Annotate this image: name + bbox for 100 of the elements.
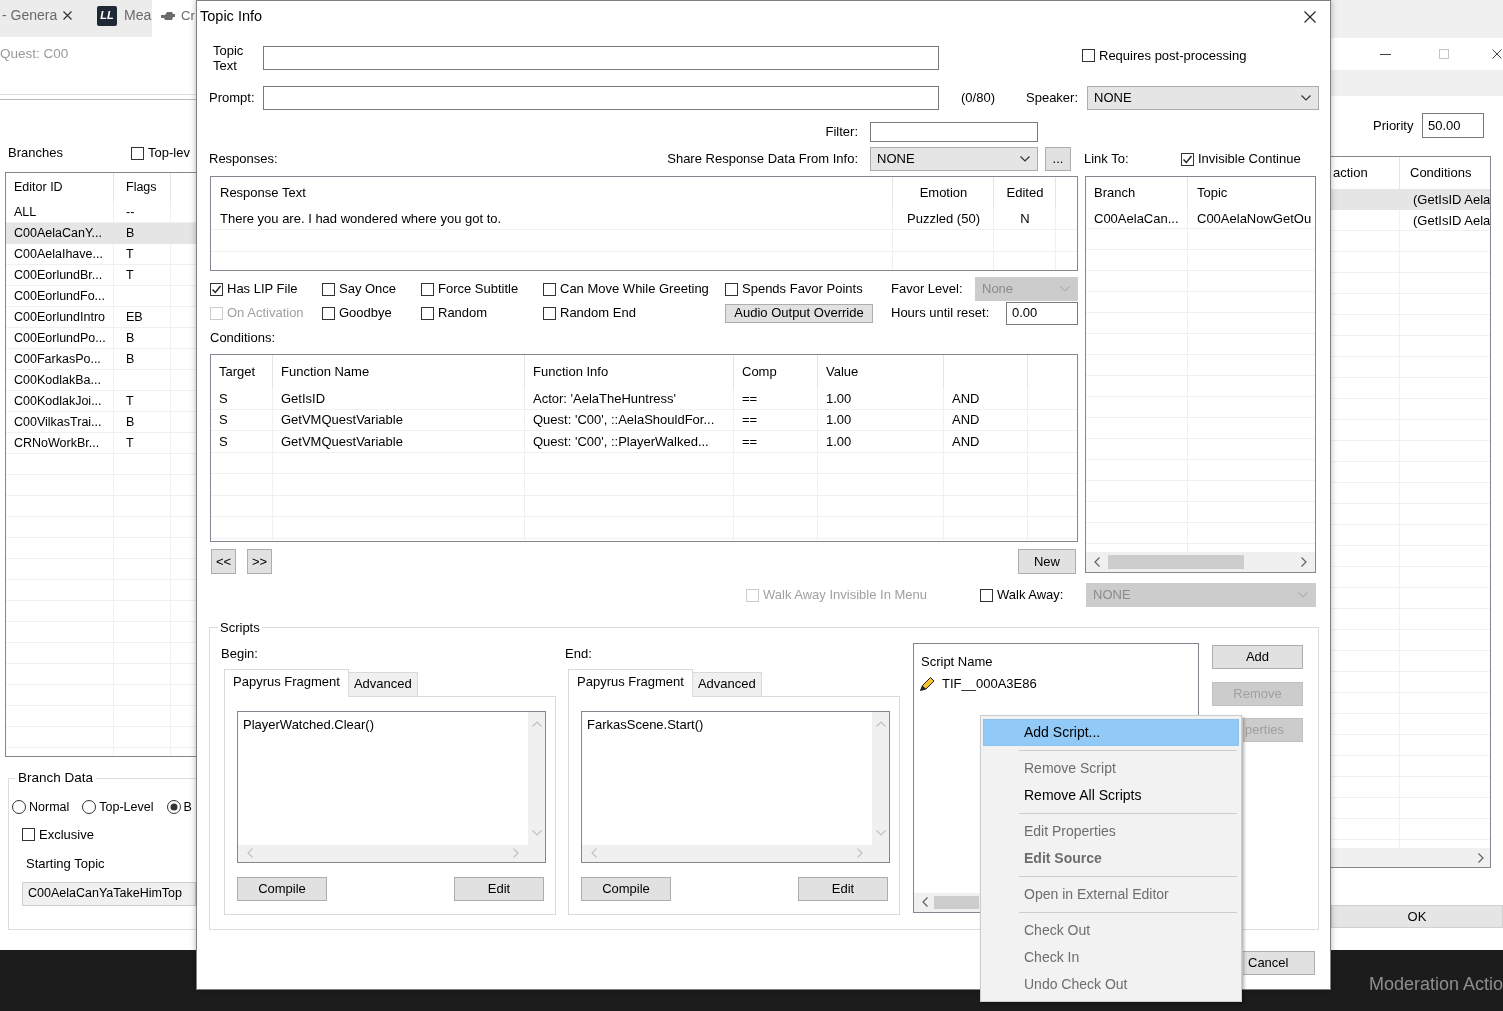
text-field[interactable]: 0.00 xyxy=(1006,301,1078,325)
menu-item[interactable]: Add Script... xyxy=(983,719,1239,746)
horizontal-scrollbar[interactable] xyxy=(914,892,980,912)
close-icon xyxy=(63,11,73,20)
audio-override-button[interactable]: Audio Output Override xyxy=(725,303,873,323)
chevron-down-icon xyxy=(1060,286,1070,292)
table-cell-text: There you are. I had wondered where you got to. xyxy=(219,210,503,229)
column-header[interactable]: Comp xyxy=(734,355,818,388)
script-button[interactable]: Add xyxy=(1212,644,1303,669)
table-row[interactable]: (GetIsID Aela xyxy=(1331,189,1490,210)
table-cell-text: B xyxy=(125,414,136,431)
text-field[interactable] xyxy=(263,85,939,110)
radio-button[interactable]: Normal xyxy=(12,799,70,815)
table-row[interactable]: C00EorlundFo... xyxy=(6,286,196,307)
checkbox[interactable]: Has LIP File xyxy=(210,281,298,297)
checkbox[interactable]: Goodbye xyxy=(322,305,392,321)
column-header[interactable]: Edited xyxy=(994,177,1056,208)
column-header[interactable]: Function Name xyxy=(273,355,525,388)
table-row[interactable]: ALL -- xyxy=(6,202,196,223)
checkbox[interactable]: Exclusive xyxy=(22,827,94,843)
checkbox[interactable]: Top-lev xyxy=(131,145,190,161)
table-cell-text: ALL xyxy=(13,204,38,221)
column-header[interactable]: Flags xyxy=(114,173,171,202)
edit-button[interactable]: Edit xyxy=(798,876,888,901)
column-header[interactable]: Emotion xyxy=(893,177,994,208)
vertical-scrollbar[interactable] xyxy=(872,711,889,845)
table-cell-text: S xyxy=(218,389,229,408)
scrollbar-thumb[interactable] xyxy=(1108,555,1244,569)
close-icon[interactable] xyxy=(1492,49,1502,59)
table-row[interactable]: C00VilkasTrai... B xyxy=(6,412,196,433)
column-header[interactable]: Target xyxy=(211,355,273,388)
menu-item[interactable]: Remove All Scripts xyxy=(983,782,1239,809)
checkbox[interactable]: Invisible Continue xyxy=(1181,151,1301,167)
text-field[interactable]: 50.00 xyxy=(1422,113,1484,138)
column-header[interactable]: Value xyxy=(818,355,944,388)
checkbox[interactable]: Can Move While Greeting xyxy=(543,281,709,297)
checkbox[interactable]: Spends Favor Points xyxy=(725,281,863,297)
checkbox[interactable]: Random xyxy=(421,305,488,321)
column-header[interactable]: Editor ID xyxy=(6,173,114,202)
text-field[interactable] xyxy=(263,46,939,70)
checkbox[interactable]: Walk Away: xyxy=(980,587,1086,603)
table-cell-text: B xyxy=(125,330,136,347)
tab[interactable]: Advanced xyxy=(692,671,762,696)
compile-button[interactable]: Compile xyxy=(581,876,671,901)
table-row[interactable]: C00EorlundIntro EB xyxy=(6,307,196,328)
table-cell-text: Actor: 'AelaTheHuntress' xyxy=(532,389,677,408)
table-row[interactable]: C00AelaCanY... B xyxy=(6,223,196,244)
horizontal-scrollbar[interactable] xyxy=(238,844,528,862)
column-header[interactable]: action xyxy=(1331,157,1400,189)
checkbox[interactable]: Random End xyxy=(543,305,636,321)
code-editor[interactable]: PlayerWatched.Clear() xyxy=(237,710,546,863)
nav-button[interactable]: << xyxy=(211,549,236,574)
list-item[interactable]: TIF__000A3E86 xyxy=(914,673,1198,694)
column-header[interactable]: Script Name xyxy=(914,643,1198,674)
radio-button[interactable]: Top-Level xyxy=(82,799,154,815)
cancel-button[interactable]: Cancel xyxy=(1243,951,1315,975)
table-row[interactable]: C00FarkasPo... B xyxy=(6,349,196,370)
tab[interactable]: - Genera xyxy=(0,0,88,31)
tab[interactable]: Cr xyxy=(152,0,196,37)
new-button[interactable]: New xyxy=(1018,549,1076,574)
maximize-icon[interactable] xyxy=(1439,49,1449,59)
tab[interactable]: Advanced xyxy=(348,671,418,696)
vertical-scrollbar[interactable] xyxy=(528,711,545,845)
column-header[interactable]: Function Info xyxy=(525,355,734,388)
horizontal-scrollbar[interactable] xyxy=(1086,552,1315,572)
table-cell-text: Quest: 'C00', ::PlayerWalked... xyxy=(532,432,710,451)
dropdown[interactable]: NONE xyxy=(1087,85,1319,110)
column-header[interactable]: Conditions xyxy=(1400,157,1490,189)
horizontal-scrollbar[interactable] xyxy=(582,844,872,862)
code-editor[interactable]: FarkasScene.Start() xyxy=(581,710,890,863)
dropdown[interactable]: NONE xyxy=(870,147,1038,171)
column-header[interactable]: Response Text xyxy=(211,177,893,208)
horizontal-scrollbar[interactable] xyxy=(1331,848,1490,867)
tab[interactable]: Papyrus Fragment xyxy=(568,668,693,697)
text-field[interactable]: C00AelaCanYaTakeHimTop xyxy=(22,881,196,906)
table-row[interactable]: (GetIsID Aela xyxy=(1331,210,1490,231)
text-field[interactable] xyxy=(870,122,1038,142)
minimize-icon[interactable] xyxy=(1380,53,1391,55)
checkbox[interactable]: Requires post-processing xyxy=(1082,48,1247,64)
table-row[interactable]: C00EorlundBr... T xyxy=(6,265,196,286)
table-row[interactable]: C00KodlakBa... xyxy=(6,370,196,391)
checkbox[interactable]: Force Subtitle xyxy=(421,281,519,297)
column-header[interactable]: Topic xyxy=(1188,177,1315,208)
column-header[interactable]: Branch xyxy=(1086,177,1188,208)
ok-button[interactable]: OK xyxy=(1331,905,1503,928)
field-label: Hours until reset: xyxy=(891,305,990,321)
close-icon[interactable] xyxy=(1304,10,1316,23)
table-row[interactable]: C00KodlakJoi... T xyxy=(6,391,196,412)
table-row[interactable]: C00AelaIhave... T xyxy=(6,244,196,265)
scrollbar-thumb[interactable] xyxy=(934,895,979,909)
radio-button[interactable]: B xyxy=(166,799,192,815)
table-row[interactable]: C00EorlundPo... B xyxy=(6,328,196,349)
browse-button[interactable]: ... xyxy=(1045,147,1071,171)
compile-button[interactable]: Compile xyxy=(237,876,327,901)
table-row[interactable]: CRNoWorkBr... T xyxy=(6,433,196,454)
tab[interactable]: LL Mea xyxy=(88,0,152,31)
edit-button[interactable]: Edit xyxy=(454,876,544,901)
checkbox[interactable]: Say Once xyxy=(322,281,397,297)
tab[interactable]: Papyrus Fragment xyxy=(224,668,349,697)
nav-button[interactable]: >> xyxy=(247,549,272,574)
